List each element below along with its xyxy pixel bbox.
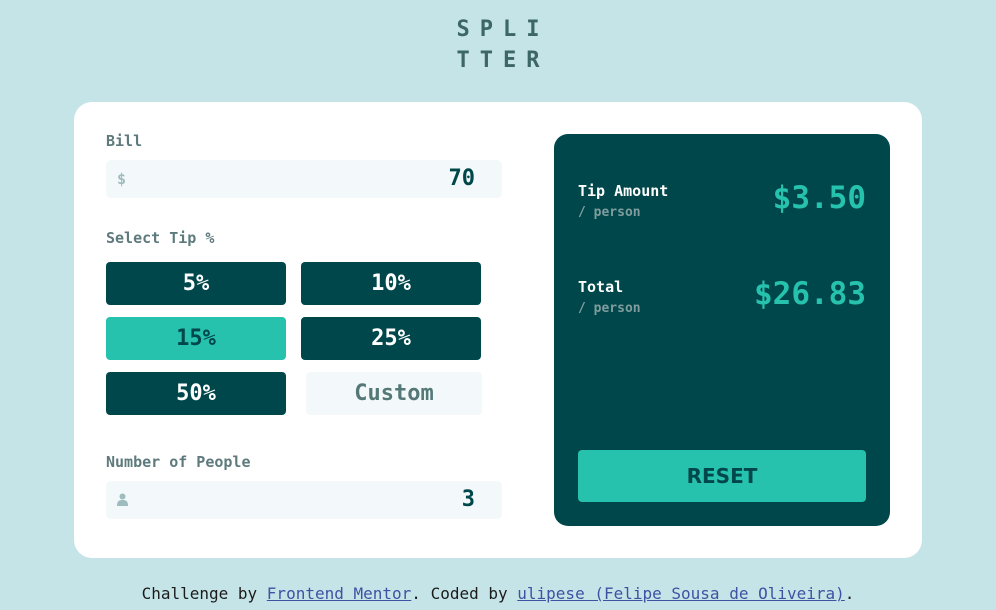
total-value: $26.83 [754, 276, 866, 312]
people-input[interactable]: 3 [106, 481, 502, 519]
people-label: Number of People [106, 453, 251, 471]
footer-middle: . Coded by [411, 584, 518, 603]
custom-tip-input[interactable]: Custom [306, 372, 482, 415]
calculator-card: Bill $ 70 Select Tip % 5% 10% 15% 25% 50… [74, 102, 922, 558]
tip-button-25[interactable]: 25% [301, 317, 481, 360]
attribution-footer: Challenge by Frontend Mentor. Coded by u… [0, 584, 996, 603]
tip-amount-title: Tip Amount [578, 182, 669, 200]
footer-prefix: Challenge by [141, 584, 267, 603]
footer-suffix: . [844, 584, 855, 603]
reset-button[interactable]: RESET [578, 450, 866, 502]
tip-button-10[interactable]: 10% [301, 262, 481, 305]
people-value: 3 [461, 487, 475, 512]
tip-label: Select Tip % [106, 229, 215, 247]
dollar-icon: $ [117, 170, 127, 188]
total-row: Total / person $26.83 [578, 276, 866, 328]
tip-amount-value: $3.50 [772, 180, 866, 216]
total-per-person: / person [578, 301, 641, 316]
tip-button-15[interactable]: 15% [106, 317, 286, 360]
logo-line-1: SPLI [456, 17, 550, 42]
bill-label: Bill [106, 132, 143, 150]
results-panel: Tip Amount / person $3.50 Total / person… [554, 134, 890, 526]
tip-amount-per-person: / person [578, 205, 641, 220]
bill-input[interactable]: $ 70 [106, 160, 502, 198]
total-title: Total [578, 278, 624, 296]
author-link[interactable]: ulipese (Felipe Sousa de Oliveira) [517, 584, 845, 603]
app-logo: SPLI TTER [0, 14, 996, 76]
tip-button-50[interactable]: 50% [106, 372, 286, 415]
tip-amount-row: Tip Amount / person $3.50 [578, 180, 866, 232]
tip-button-5[interactable]: 5% [106, 262, 286, 305]
person-icon [117, 492, 128, 510]
bill-value: 70 [448, 166, 476, 191]
logo-line-2: TTER [456, 48, 550, 73]
frontend-mentor-link[interactable]: Frontend Mentor [267, 584, 412, 603]
